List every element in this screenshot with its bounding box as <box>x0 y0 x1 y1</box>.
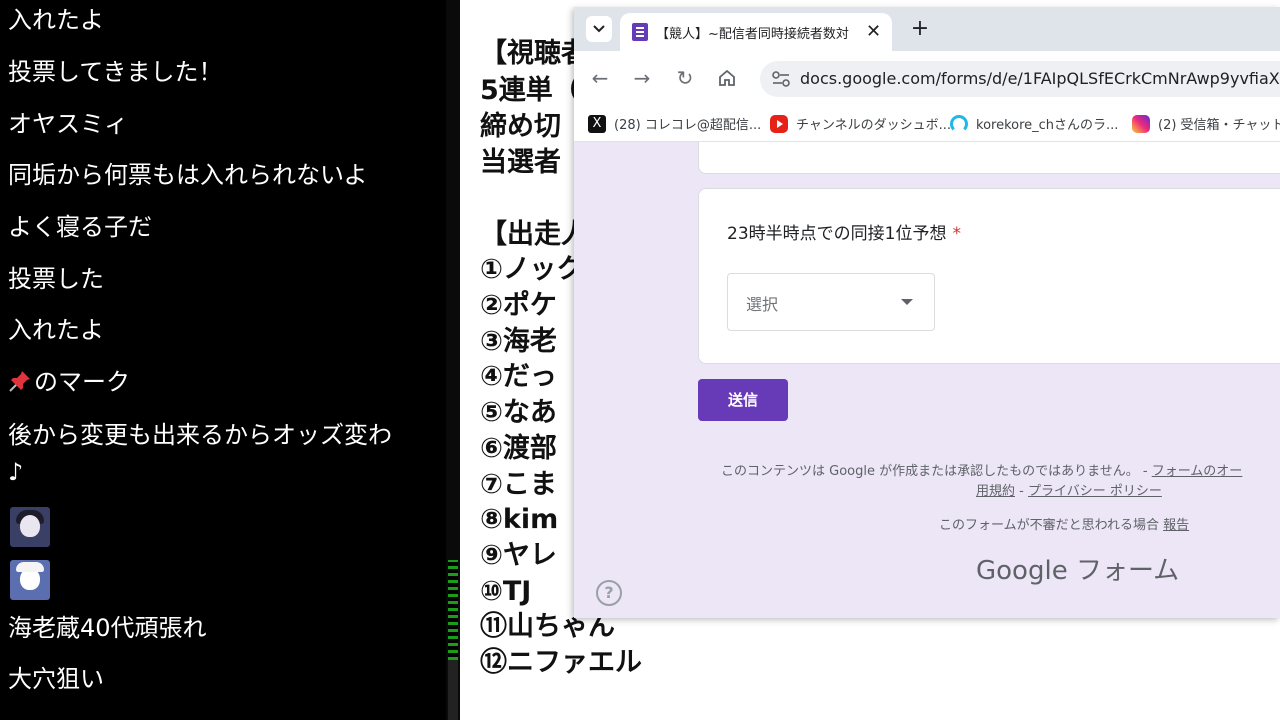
bookmark-item[interactable]: X (28) コレコレ@超配信... <box>588 114 761 133</box>
bookmark-item[interactable]: korekore_chさんのラ... <box>950 114 1118 133</box>
google-forms-logo: Google フォーム <box>976 556 1180 586</box>
bookmarks-bar: X (28) コレコレ@超配信... チャンネルのダッシュボ... koreko… <box>574 107 1280 142</box>
chat-message: オヤスミィ <box>8 110 128 138</box>
bookmark-item[interactable]: チャンネルのダッシュボ... <box>770 114 951 133</box>
chat-message: のマーク <box>8 367 130 397</box>
terms-link[interactable]: フォームのオー <box>1152 464 1243 479</box>
terms-link-cont[interactable]: 用規約 <box>976 484 1015 499</box>
chat-panel: 入れたよ 投票してきました！ オヤスミィ 同垢から何票もは入れられないよ よく寝… <box>0 0 446 720</box>
doc-line: ⑥渡部 <box>480 433 557 464</box>
new-tab-button[interactable]: + <box>908 16 932 41</box>
required-mark: * <box>952 224 961 244</box>
help-icon[interactable]: ? <box>596 580 622 606</box>
chat-message: 同垢から何票もは入れられないよ <box>8 161 368 189</box>
site-settings-icon[interactable] <box>772 71 790 87</box>
doc-line: ⑦こま <box>480 469 557 500</box>
chat-message: 海老蔵40代頑張れ <box>8 614 207 642</box>
home-icon[interactable] <box>714 65 740 91</box>
doc-line: 【出走人 <box>480 219 588 250</box>
form-page: 23時半時点での同接1位予想 * 選択 送信 このコンテンツは Google が作… <box>574 142 1280 618</box>
doc-line: 当選者 <box>480 147 561 178</box>
separator: - <box>1015 484 1028 499</box>
dropdown-value: 選択 <box>746 295 779 314</box>
answer-dropdown[interactable]: 選択 <box>727 273 935 331</box>
doc-line: ⑨ヤレ <box>480 540 557 571</box>
headphones-icon <box>950 114 968 133</box>
chat-message-text: のマーク <box>34 368 130 396</box>
chat-message: 後から変更も出来るからオッズ変わ <box>8 421 392 449</box>
address-bar[interactable]: docs.google.com/forms/d/e/1FAIpQLSfECrkC… <box>760 61 1280 97</box>
bookmark-label: (28) コレコレ@超配信... <box>614 118 762 133</box>
doc-line: ③海老 <box>480 326 557 357</box>
disclaimer-text: このコンテンツは Google が作成または承認したものではありません。 - <box>721 464 1152 479</box>
dropdown-arrow-icon <box>901 299 913 305</box>
browser-tab[interactable]: 【競人】~配信者同時接続者数対 ✕ <box>620 13 892 51</box>
youtube-icon <box>770 114 788 133</box>
bookmark-item[interactable]: (2) 受信箱・チャット <box>1132 114 1280 133</box>
back-icon[interactable]: ← <box>587 65 613 91</box>
doc-line: ②ポケ <box>480 290 557 321</box>
doc-line: ①ノック <box>480 254 584 285</box>
google-forms-icon <box>632 23 648 41</box>
browser-window: 【競人】~配信者同時接続者数対 ✕ + ← → ↻ docs.google.co… <box>574 7 1280 618</box>
chat-message: 大穴狙い <box>8 665 104 693</box>
chat-message: よく寝る子だ <box>8 213 152 241</box>
close-icon[interactable]: ✕ <box>866 21 881 42</box>
question-card: 23時半時点での同接1位予想 * 選択 <box>698 188 1280 364</box>
avatar <box>10 507 50 547</box>
report-link[interactable]: 報告 <box>1163 518 1189 533</box>
tab-search-button[interactable] <box>586 16 612 42</box>
bookmark-label: korekore_chさんのラ... <box>976 118 1119 133</box>
disclaimer: このコンテンツは Google が作成または承認したものではありません。 - フ… <box>721 460 1242 479</box>
bookmark-label: (2) 受信箱・チャット <box>1158 118 1280 133</box>
question-text: 23時半時点での同接1位予想 <box>727 224 947 244</box>
url-text: docs.google.com/forms/d/e/1FAIpQLSfECrkC… <box>800 69 1280 88</box>
doc-line: ⑤なあ <box>480 397 557 428</box>
report-line: このフォームが不審だと思われる場合 報告 <box>939 514 1189 533</box>
disclaimer-line2: 用規約 - プライバシー ポリシー <box>976 480 1162 499</box>
divider <box>446 0 460 720</box>
doc-line: 5連単（ <box>480 75 580 106</box>
instagram-icon <box>1132 114 1150 133</box>
question-title: 23時半時点での同接1位予想 * <box>727 219 961 244</box>
report-text: このフォームが不審だと思われる場合 <box>939 518 1164 533</box>
avatar <box>10 560 50 600</box>
chat-message: 投票した <box>8 265 104 293</box>
chevron-down-icon <box>593 25 605 33</box>
pushpin-icon <box>9 371 30 392</box>
chat-message: 投票してきました！ <box>8 58 223 86</box>
x-icon: X <box>588 114 606 133</box>
forward-icon[interactable]: → <box>629 65 655 91</box>
doc-line: 締め切 <box>480 111 561 142</box>
doc-line: ⑫ニファエル <box>480 647 642 678</box>
doc-line: 【視聴者 <box>480 38 588 69</box>
privacy-link[interactable]: プライバシー ポリシー <box>1028 484 1162 499</box>
browser-toolbar: ← → ↻ docs.google.com/forms/d/e/1FAIpQLS… <box>574 51 1280 107</box>
reload-icon[interactable]: ↻ <box>672 65 698 91</box>
bookmark-label: チャンネルのダッシュボ... <box>796 118 952 133</box>
doc-line: ⑩TJ <box>480 576 532 607</box>
submit-button[interactable]: 送信 <box>698 379 788 421</box>
doc-line: ④だっ <box>480 361 557 392</box>
chat-message: 入れたよ <box>8 6 104 34</box>
doc-line: ⑧kim <box>480 504 559 535</box>
previous-question-card <box>698 142 1280 174</box>
tab-strip: 【競人】~配信者同時接続者数対 ✕ + <box>574 7 1280 51</box>
chat-message: ♪ <box>8 458 24 486</box>
chat-message: 入れたよ <box>8 316 104 344</box>
tab-title: 【競人】~配信者同時接続者数対 <box>656 27 849 42</box>
